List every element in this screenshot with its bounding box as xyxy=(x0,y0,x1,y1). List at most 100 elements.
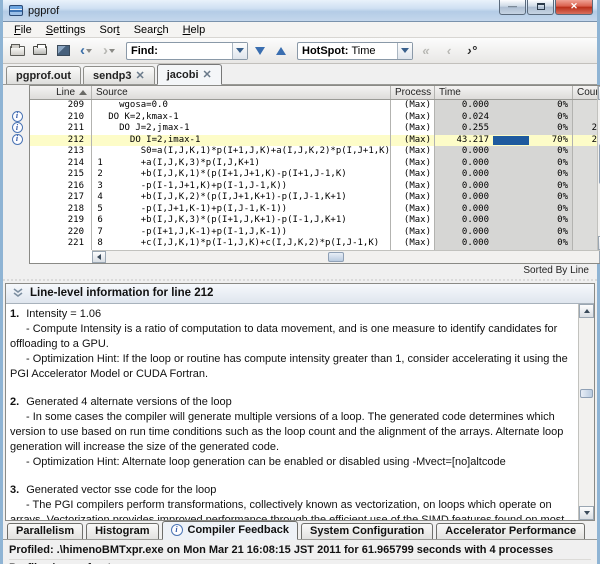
find-prev-button[interactable] xyxy=(272,42,290,60)
line-info-button[interactable]: i xyxy=(5,122,29,134)
column-header-source[interactable]: Source xyxy=(92,86,392,99)
tab-label: System Configuration xyxy=(309,525,425,537)
process-cell: (Max) xyxy=(391,169,436,181)
table-row[interactable]: 211 DO J=2,jmax-1 (Max) 0.255 0% 2 xyxy=(30,123,598,135)
column-label: Time xyxy=(439,87,461,98)
scroll-left-button[interactable] xyxy=(92,250,106,263)
table-row[interactable]: 213 S0=a(I,J,K,1)*p(I+1,J,K)+a(I,J,K,2)*… xyxy=(30,146,598,158)
info-vertical-scrollbar[interactable] xyxy=(578,303,594,520)
time-bar-cell xyxy=(493,215,538,227)
scrollbar-track[interactable] xyxy=(106,251,599,263)
menu-item-file[interactable]: File xyxy=(8,23,38,37)
hotspot-first-button[interactable]: « xyxy=(416,41,436,61)
table-row[interactable]: 214 1 +a(I,J,K,3)*p(I,J,K+1) (Max) 0.000… xyxy=(30,157,598,169)
printer-icon xyxy=(33,44,47,55)
scrollbar-thumb[interactable] xyxy=(580,388,593,398)
export-button[interactable] xyxy=(53,41,73,61)
hotspot-dropdown-button[interactable] xyxy=(397,42,412,59)
gutter-cell xyxy=(5,226,29,238)
bottom-tab-accelerator-performance[interactable]: Accelerator Performance xyxy=(436,522,586,539)
table-row[interactable]: 212 DO I=2,imax-1 (Max) 43.217 70% 2 xyxy=(30,134,598,146)
count-cell xyxy=(573,238,598,250)
bottom-tab-system-configuration[interactable]: System Configuration xyxy=(300,522,434,539)
column-header-time[interactable]: Time xyxy=(435,86,574,99)
table-rows: 209 wgosa=0.0 (Max) 0.000 0% 210 DO K=2,… xyxy=(30,100,598,250)
tab-pgprof-out[interactable]: pgprof.out xyxy=(6,66,81,84)
table-row[interactable]: 209 wgosa=0.0 (Max) 0.000 0% xyxy=(30,100,598,112)
column-label: Count xyxy=(577,87,597,98)
line-cell: 210 xyxy=(30,111,92,123)
hotspot-prev-button[interactable]: ‹ xyxy=(439,41,459,61)
count-cell: 2 xyxy=(573,134,598,146)
tab-sendp3[interactable]: sendp3 ✕ xyxy=(82,66,155,84)
info-section-heading: 3. Generated vector sse code for the loo… xyxy=(10,483,217,496)
find-label: Find: xyxy=(131,44,158,57)
menu-item-search[interactable]: Search xyxy=(128,23,175,37)
time-value-cell: 0.000 xyxy=(435,203,494,215)
time-percent-cell: 0% xyxy=(537,146,574,158)
source-cell: 6 +b(I,J,K,3)*(p(I+1,J,K+1)-p(I-1,J,K+1) xyxy=(92,215,392,227)
menu-item-sort[interactable]: Sort xyxy=(94,23,126,37)
bottom-tab-parallelism[interactable]: Parallelism xyxy=(7,522,84,539)
source-cell: S0=a(I,J,K,1)*p(I+1,J,K)+a(I,J,K,2)*p(I,… xyxy=(92,146,392,158)
table-row[interactable]: 216 3 -p(I-1,J+1,K)+p(I-1,J-1,K)) (Max) … xyxy=(30,180,598,192)
minimize-button[interactable]: — xyxy=(499,0,526,15)
line-info-button[interactable]: i xyxy=(5,110,29,123)
table-row[interactable]: 218 5 -p(I,J+1,K-1)+p(I,J-1,K-1)) (Max) … xyxy=(30,203,598,215)
table-row[interactable]: 221 8 +c(I,J,K,1)*p(I-1,J,K)+c(I,J,K,2)*… xyxy=(30,238,598,250)
scrollbar-thumb[interactable] xyxy=(327,251,344,262)
table-row[interactable]: 219 6 +b(I,J,K,3)*(p(I+1,J,K+1)-p(I-1,J,… xyxy=(30,215,598,227)
app-icon xyxy=(9,5,23,16)
menu-item-settings[interactable]: Settings xyxy=(40,23,92,37)
line-cell: 217 xyxy=(30,192,92,204)
hotspot-combobox[interactable]: HotSpot: Time xyxy=(297,41,413,60)
scroll-up-button[interactable] xyxy=(579,303,594,318)
info-section: 2. Generated 4 alternate versions of the… xyxy=(10,395,574,470)
tab-close-icon[interactable]: ✕ xyxy=(203,68,212,81)
tab-close-icon[interactable]: ✕ xyxy=(136,69,145,82)
count-cell xyxy=(573,111,598,123)
column-header-process[interactable]: Process xyxy=(391,86,436,99)
gutter-cell xyxy=(5,157,29,169)
time-value-cell: 0.000 xyxy=(435,180,494,192)
table-row[interactable]: 210 DO K=2,kmax-1 (Max) 0.024 0% xyxy=(30,111,598,123)
hotspot-prev-icon: ‹ xyxy=(446,43,452,58)
print-button[interactable] xyxy=(30,41,50,61)
bottom-tab-compiler-feedback[interactable]: i Compiler Feedback xyxy=(161,520,298,540)
table-row[interactable]: 220 7 -p(I+1,J,K-1)+p(I-1,J,K-1)) (Max) … xyxy=(30,226,598,238)
source-table: Line Source Process Time Count 209 wgosa… xyxy=(29,85,600,264)
info-panel-header[interactable]: Line-level information for line 212 xyxy=(6,283,594,304)
info-section-heading: 1. Intensity = 1.06 xyxy=(10,307,102,320)
find-dropdown-button[interactable] xyxy=(232,42,247,59)
column-header-line[interactable]: Line xyxy=(30,86,92,99)
column-header-count[interactable]: Count xyxy=(573,86,597,99)
count-cell xyxy=(573,100,598,112)
count-cell xyxy=(573,146,598,158)
process-cell: (Max) xyxy=(391,134,436,146)
info-bullet: - Optimization Hint: Alternate loop gene… xyxy=(26,455,506,468)
close-button[interactable]: ✕ xyxy=(555,0,593,15)
info-section: 3. Generated vector sse code for the loo… xyxy=(10,483,574,520)
open-button[interactable] xyxy=(7,41,27,61)
tab-label: Accelerator Performance xyxy=(445,525,577,537)
line-info-button[interactable]: i xyxy=(5,133,29,146)
table-horizontal-scrollbar[interactable] xyxy=(92,249,600,263)
forward-button[interactable]: › xyxy=(99,41,119,61)
back-button[interactable]: ‹ xyxy=(76,41,96,61)
find-next-button[interactable] xyxy=(251,42,269,60)
menu-item-help[interactable]: Help xyxy=(177,23,212,37)
scrollbar-track[interactable] xyxy=(579,318,594,506)
window-titlebar[interactable]: pgprof — ✕ xyxy=(3,0,597,22)
count-cell: 2 xyxy=(573,123,598,135)
bottom-tab-histogram[interactable]: Histogram xyxy=(86,522,159,539)
find-combobox[interactable]: Find: xyxy=(126,41,248,60)
process-cell: (Max) xyxy=(391,123,436,135)
table-row[interactable]: 215 2 +b(I,J,K,1)*(p(I+1,J+1,K)-p(I+1,J-… xyxy=(30,169,598,181)
info-section: 1. Intensity = 1.06 - Compute Intensity i… xyxy=(10,307,574,382)
time-percent-cell: 0% xyxy=(537,123,574,135)
maximize-button[interactable] xyxy=(527,0,554,15)
scroll-down-button[interactable] xyxy=(579,505,594,520)
tab-jacobi[interactable]: jacobi ✕ xyxy=(156,64,222,85)
hotspot-next-button[interactable]: ›° xyxy=(462,41,482,61)
table-row[interactable]: 217 4 +b(I,J,K,2)*(p(I,J+1,K+1)-p(I,J-1,… xyxy=(30,192,598,204)
